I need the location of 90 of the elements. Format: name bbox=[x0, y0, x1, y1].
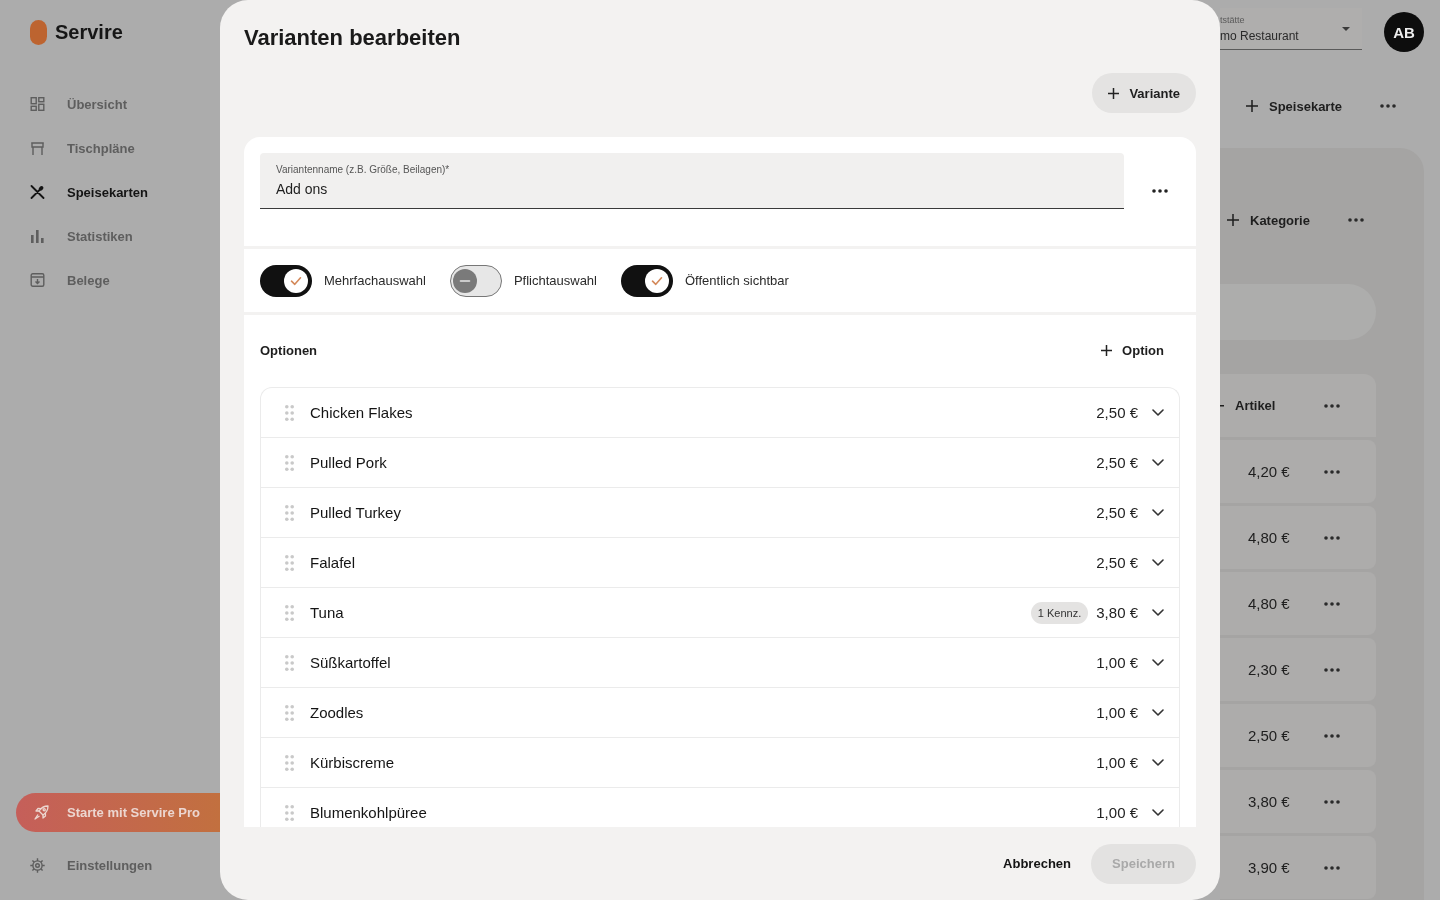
chevron-down-icon[interactable] bbox=[1152, 809, 1164, 816]
drag-handle-icon[interactable] bbox=[285, 654, 294, 671]
more-icon[interactable] bbox=[1348, 218, 1364, 222]
drag-handle-icon[interactable] bbox=[285, 454, 294, 471]
nav-item[interactable]: Speisekarten bbox=[0, 170, 148, 214]
grid-icon bbox=[30, 97, 45, 111]
option-price: 1,00 € bbox=[1096, 654, 1138, 671]
chevron-down-icon[interactable] bbox=[1152, 659, 1164, 666]
logo-icon bbox=[30, 20, 47, 45]
plus-icon bbox=[1108, 87, 1120, 99]
chevron-down-icon[interactable] bbox=[1152, 459, 1164, 466]
option-price: 3,80 € bbox=[1096, 604, 1138, 621]
option-price: 2,50 € bbox=[1096, 504, 1138, 521]
more-icon[interactable] bbox=[1324, 601, 1340, 606]
crossed-utensils-icon bbox=[30, 185, 45, 199]
item-price: 3,80 € bbox=[1248, 793, 1290, 810]
option-name: Falafel bbox=[310, 554, 356, 571]
drag-handle-icon[interactable] bbox=[285, 504, 294, 521]
options-title: Optionen bbox=[260, 342, 318, 358]
settings-icon bbox=[30, 857, 45, 873]
chevron-down-icon[interactable] bbox=[1152, 709, 1164, 716]
user-avatar[interactable]: AB bbox=[1384, 12, 1424, 52]
drag-handle-icon[interactable] bbox=[285, 404, 294, 421]
plus-icon bbox=[1227, 214, 1239, 226]
add-item-button[interactable]: Artikel bbox=[1235, 391, 1276, 420]
add-category-button[interactable]: Kategorie bbox=[1227, 206, 1310, 234]
download-box-icon bbox=[30, 273, 45, 287]
option-price: 2,50 € bbox=[1096, 454, 1138, 471]
chevron-down-icon[interactable] bbox=[1152, 759, 1164, 766]
more-icon[interactable] bbox=[1324, 403, 1340, 408]
option-price: 1,00 € bbox=[1096, 754, 1138, 771]
drag-handle-icon[interactable] bbox=[285, 704, 294, 721]
toggle-label: Pflichtauswahl bbox=[513, 273, 597, 288]
item-price: 4,80 € bbox=[1248, 529, 1290, 546]
chevron-down-icon[interactable] bbox=[1152, 559, 1164, 566]
minus-icon bbox=[453, 268, 478, 293]
toggle-switch[interactable] bbox=[621, 264, 673, 297]
item-price: 3,90 € bbox=[1248, 859, 1290, 876]
option-price: 1,00 € bbox=[1096, 704, 1138, 721]
chevron-down-icon[interactable] bbox=[1152, 509, 1164, 516]
add-option-button[interactable]: Option bbox=[1101, 336, 1164, 364]
option-name: Pulled Turkey bbox=[310, 504, 401, 521]
more-icon[interactable] bbox=[1152, 189, 1168, 193]
toggle-label: Mehrfachauswahl bbox=[324, 273, 426, 288]
check-icon bbox=[645, 268, 669, 293]
table-icon bbox=[30, 141, 45, 155]
plus-icon bbox=[1246, 100, 1258, 112]
option-price: 2,50 € bbox=[1096, 404, 1138, 421]
option-name: Blumenkohlpüree bbox=[310, 804, 427, 821]
item-price: 4,20 € bbox=[1248, 463, 1290, 480]
dash-icon bbox=[1220, 404, 1224, 407]
option-name: Chicken Flakes bbox=[310, 404, 413, 421]
option-name: Tuna bbox=[310, 604, 344, 621]
more-icon[interactable] bbox=[1324, 733, 1340, 738]
item-price: 2,30 € bbox=[1248, 661, 1290, 678]
bar-chart-icon bbox=[30, 229, 45, 243]
tag-badge: 1 Kennz. bbox=[1030, 601, 1089, 624]
caret-icon bbox=[1342, 26, 1350, 31]
item-price: 2,50 € bbox=[1248, 727, 1290, 744]
more-icon[interactable] bbox=[1324, 535, 1340, 540]
option-name: Pulled Pork bbox=[310, 454, 387, 471]
drag-handle-icon[interactable] bbox=[285, 804, 294, 821]
toggle-label: Öffentlich sichtbar bbox=[685, 273, 789, 288]
cancel-button[interactable]: Abbrechen bbox=[1003, 843, 1071, 884]
check-icon bbox=[284, 268, 308, 293]
toggle-switch[interactable] bbox=[260, 264, 312, 297]
add-variant-button[interactable]: Variante bbox=[1092, 73, 1196, 113]
option-name: Kürbiscreme bbox=[310, 754, 395, 771]
rocket-icon bbox=[34, 805, 49, 820]
more-icon[interactable] bbox=[1324, 799, 1340, 804]
toggle-switch[interactable] bbox=[449, 264, 502, 297]
drag-handle-icon[interactable] bbox=[285, 604, 294, 621]
chevron-down-icon[interactable] bbox=[1152, 609, 1164, 616]
more-icon[interactable] bbox=[1324, 469, 1340, 474]
more-icon[interactable] bbox=[1324, 865, 1340, 870]
dialog-title: Varianten bearbeiten bbox=[244, 24, 461, 52]
add-menu-button[interactable]: Speisekarte bbox=[1246, 92, 1342, 120]
option-name: Zoodles bbox=[310, 704, 364, 721]
chevron-down-icon[interactable] bbox=[1152, 409, 1164, 416]
more-icon[interactable] bbox=[1324, 667, 1340, 672]
option-name: Süßkartoffel bbox=[310, 654, 391, 671]
variant-name-field[interactable]: Variantenname (z.B. Größe, Beilagen)* Add ons bbox=[260, 153, 1124, 209]
drag-handle-icon[interactable] bbox=[285, 754, 294, 771]
plus-icon bbox=[1101, 344, 1113, 356]
drag-handle-icon[interactable] bbox=[285, 554, 294, 571]
item-price: 4,80 € bbox=[1248, 595, 1290, 612]
option-price: 1,00 € bbox=[1096, 804, 1138, 821]
brand-name: Servire bbox=[55, 21, 123, 44]
more-icon[interactable] bbox=[1380, 104, 1396, 108]
option-price: 2,50 € bbox=[1096, 554, 1138, 571]
